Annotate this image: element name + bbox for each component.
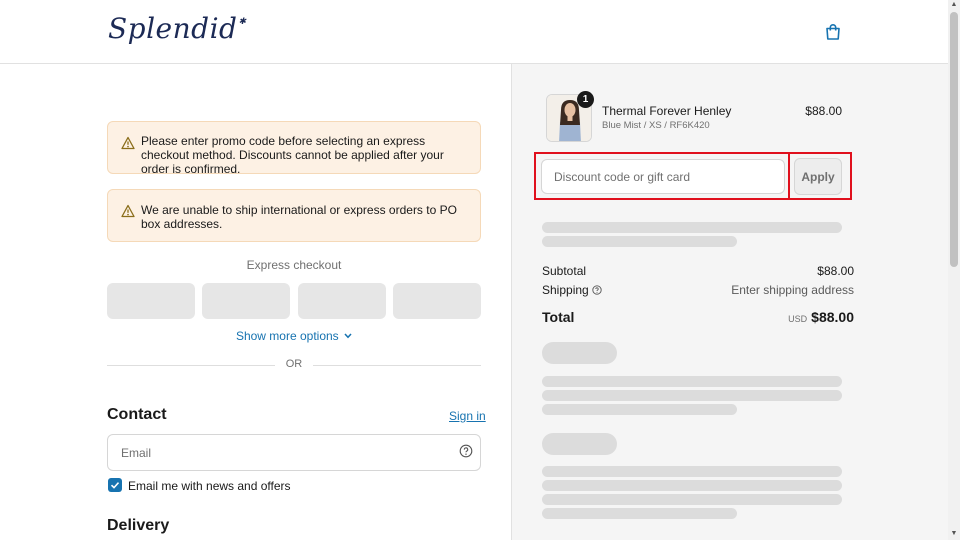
scrollbar-thumb[interactable] (950, 12, 958, 267)
help-icon[interactable] (459, 444, 473, 458)
divider (313, 365, 481, 366)
po-box-alert-text: We are unable to ship international or e… (141, 203, 457, 231)
header: Splendid✱ (0, 0, 948, 64)
email-field[interactable] (107, 434, 481, 471)
loading-placeholder (542, 376, 842, 387)
express-pay-button[interactable] (202, 283, 290, 319)
page-scrollbar[interactable]: ▲ ▼ (948, 0, 960, 540)
loading-placeholder (542, 236, 737, 247)
product-name: Thermal Forever Henley (602, 104, 732, 118)
warning-icon (121, 136, 135, 150)
loading-placeholder (542, 222, 842, 233)
shipping-label: Shipping (542, 283, 589, 297)
loading-placeholder (542, 508, 737, 519)
chevron-down-icon (344, 333, 352, 339)
promo-alert: Please enter promo code before selecting… (107, 121, 481, 176)
shipping-label-row: Shipping (542, 283, 602, 297)
warning-icon (121, 204, 135, 218)
show-more-label: Show more options (235, 329, 339, 343)
loading-placeholder (542, 342, 617, 364)
loading-placeholder (542, 404, 737, 415)
splendid-logo[interactable]: Splendid✱ (108, 12, 246, 45)
loading-placeholder (542, 390, 842, 401)
apply-discount-button[interactable]: Apply (794, 158, 842, 195)
divider (107, 365, 275, 366)
loading-placeholder (542, 480, 842, 491)
contact-heading: Contact (107, 406, 167, 423)
delivery-heading: Delivery (107, 517, 170, 534)
scroll-up-arrow-icon[interactable]: ▲ (950, 1, 958, 9)
checkmark-icon (110, 482, 120, 489)
express-pay-button[interactable] (298, 283, 386, 319)
shopping-bag-icon[interactable] (824, 23, 842, 41)
shipping-value: Enter shipping address (731, 283, 854, 297)
promo-alert-text: Please enter promo code before selecting… (141, 134, 444, 176)
loading-placeholder (542, 494, 842, 505)
subtotal-value: $88.00 (817, 264, 854, 278)
loading-placeholder (542, 433, 617, 455)
express-pay-button[interactable] (393, 283, 481, 319)
currency-code: USD (788, 314, 808, 324)
total-amount: $88.00 (811, 309, 854, 325)
express-pay-button[interactable] (107, 283, 195, 319)
help-icon[interactable] (592, 285, 602, 295)
or-divider-label: OR (285, 358, 303, 370)
subtotal-label: Subtotal (542, 264, 587, 278)
quantity-badge: 1 (577, 91, 594, 108)
product-variant: Blue Mist / XS / RF6K420 (602, 120, 710, 131)
product-price: $88.00 (805, 104, 842, 118)
total-label: Total (542, 309, 575, 325)
sign-in-link[interactable]: Sign in (449, 409, 486, 423)
total-row: USD $88.00 (788, 309, 854, 327)
po-box-alert: We are unable to ship international or e… (107, 189, 481, 242)
express-checkout-label: Express checkout (246, 258, 342, 272)
newsletter-label: Email me with news and offers (128, 479, 291, 493)
newsletter-checkbox[interactable] (108, 478, 122, 492)
scroll-down-arrow-icon[interactable]: ▼ (950, 530, 958, 538)
discount-code-input[interactable] (541, 159, 785, 194)
loading-placeholder (542, 466, 842, 477)
show-more-options-link[interactable]: Show more options (107, 329, 481, 343)
